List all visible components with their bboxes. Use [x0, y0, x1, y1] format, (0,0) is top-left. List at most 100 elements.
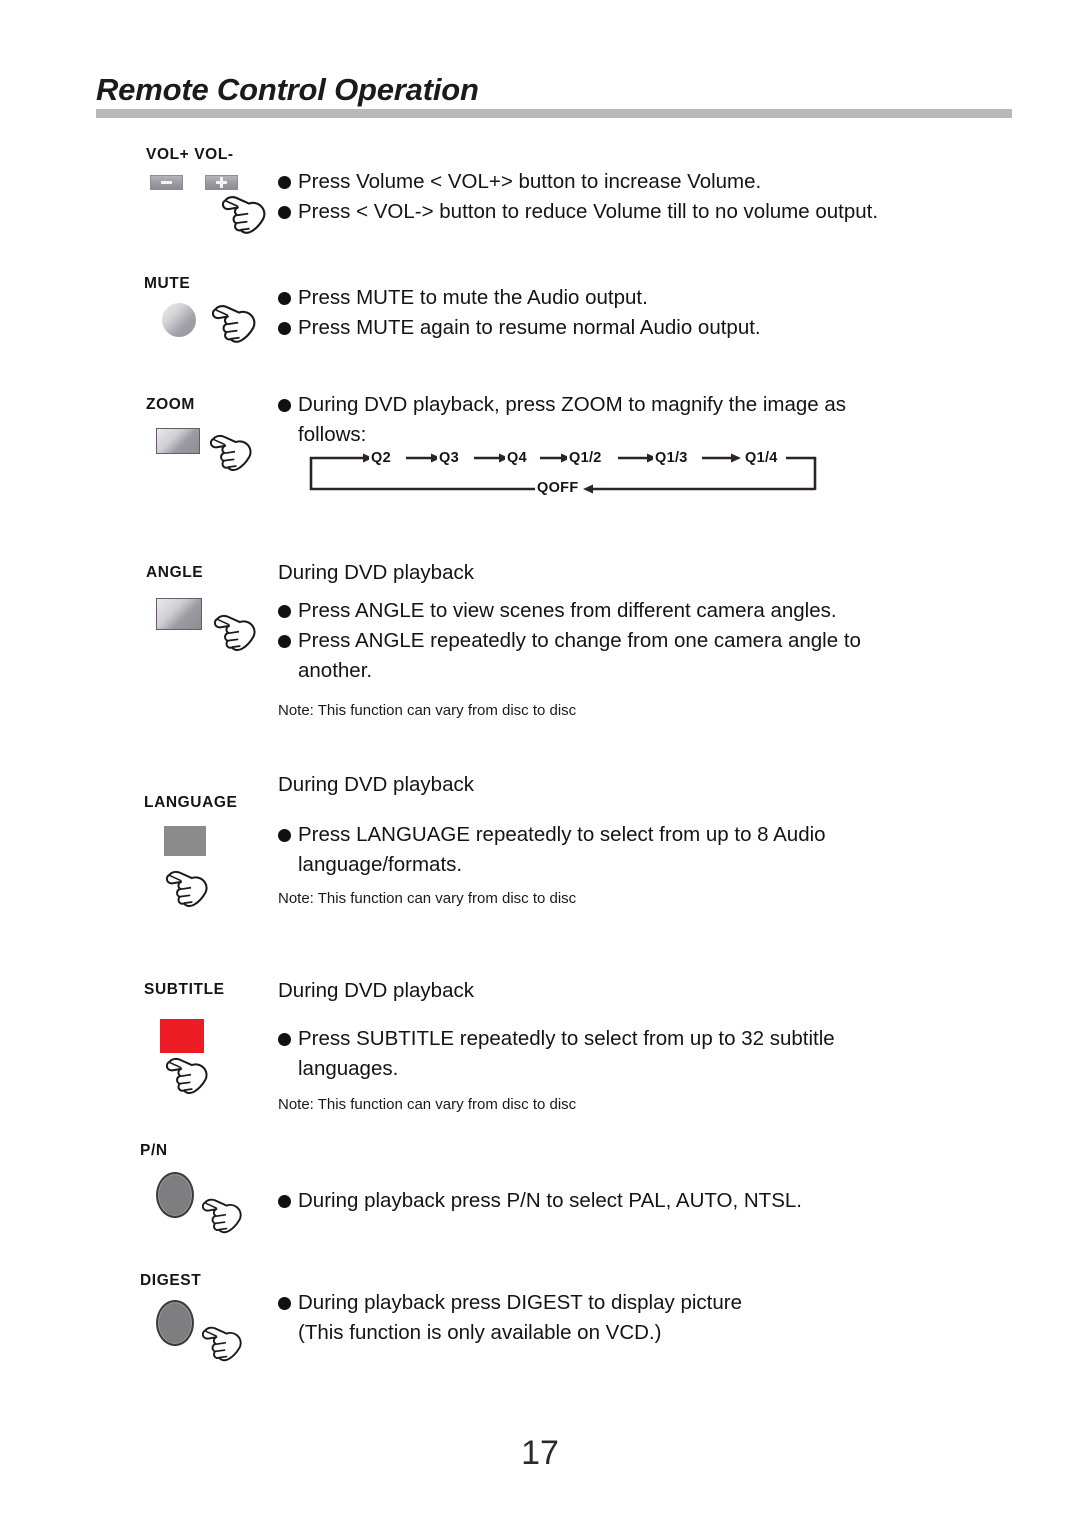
bullet-item: Press < VOL-> button to reduce Volume ti… — [278, 197, 998, 227]
pn-hand-pointer — [202, 1196, 244, 1236]
section-mute-key: MUTE — [144, 275, 258, 345]
language-description: During DVD playback Press LANGUAGE repea… — [278, 770, 1018, 910]
volume-description: Press Volume < VOL+> button to increase … — [278, 167, 998, 227]
bullet-text: Press ANGLE to view scenes from differen… — [298, 599, 837, 622]
bullet-dot-icon — [278, 605, 291, 618]
bullet-text: During playback press DIGEST to display … — [298, 1291, 742, 1314]
pointing-hand-icon — [202, 1326, 242, 1362]
section-zoom-key: ZOOM — [146, 396, 254, 474]
angle-key-label: ANGLE — [146, 564, 204, 581]
minus-icon — [161, 181, 172, 184]
zoom-step-label: Q1/4 — [743, 450, 780, 466]
pointing-hand-icon — [166, 870, 208, 908]
vol-minus-key[interactable] — [150, 175, 183, 190]
pointing-hand-icon — [210, 434, 252, 472]
bullet-dot-icon — [278, 829, 291, 842]
digest-key[interactable] — [156, 1300, 194, 1346]
pointing-hand-icon — [214, 614, 256, 652]
angle-key-group — [156, 598, 258, 654]
bullet-dot-icon — [278, 399, 291, 412]
digest-key-group — [156, 1300, 244, 1364]
plus-icon-vertical — [220, 177, 223, 188]
bullet-dot-icon — [278, 206, 291, 219]
bullet-item: Press MUTE again to resume normal Audio … — [278, 313, 998, 343]
subtitle-note-text: Note: This function can vary from disc t… — [278, 1096, 577, 1113]
angle-note-text: Note: This function can vary from disc t… — [278, 702, 577, 719]
page-title: Remote Control Operation — [96, 72, 479, 107]
subtitle-key-label: SUBTITLE — [144, 981, 225, 998]
bullet-text: Press Volume < VOL+> button to increase … — [298, 170, 762, 193]
zoom-step-label: Q1/2 — [567, 450, 604, 466]
mute-description: Press MUTE to mute the Audio output. Pre… — [278, 283, 998, 343]
bullet-item: Press SUBTITLE repeatedly to select from… — [278, 1024, 1018, 1054]
mute-hand-pointer — [212, 303, 258, 345]
language-key-label: LANGUAGE — [144, 794, 238, 811]
bullet-continuation-text: language/formats. — [298, 853, 463, 876]
pn-key-group — [156, 1172, 244, 1236]
bullet-dot-icon — [278, 1195, 291, 1208]
volume-key-group — [150, 175, 268, 190]
bullet-dot-icon — [278, 176, 291, 189]
pn-key[interactable] — [156, 1172, 194, 1218]
subtitle-description: During DVD playback Press SUBTITLE repea… — [278, 976, 1018, 1116]
pointing-hand-icon — [166, 1057, 208, 1095]
bullet-text: Press MUTE to mute the Audio output. — [298, 286, 648, 309]
bullet-dot-icon — [278, 1297, 291, 1310]
zoom-key-label: ZOOM — [146, 396, 195, 413]
bullet-text: Press ANGLE repeatedly to change from on… — [298, 629, 861, 652]
language-hand-pointer — [166, 868, 238, 910]
digest-key-label: DIGEST — [140, 1272, 202, 1289]
mute-key-label: MUTE — [144, 275, 191, 292]
language-key[interactable] — [164, 826, 238, 856]
pointing-hand-icon — [212, 305, 256, 343]
volume-key-label: VOL+ VOL- — [146, 146, 234, 163]
header-divider — [96, 109, 1012, 118]
pn-key-label: P/N — [140, 1142, 168, 1159]
bullet-item: Press ANGLE repeatedly to change from on… — [278, 626, 1018, 656]
mute-key[interactable] — [162, 303, 196, 337]
bullet-item: Press MUTE to mute the Audio output. — [278, 283, 998, 313]
digest-description: During playback press DIGEST to display … — [278, 1288, 1018, 1348]
mute-key-group — [162, 303, 258, 345]
bullet-item: During playback press P/N to select PAL,… — [278, 1186, 1018, 1216]
language-intro-text: During DVD playback — [278, 773, 474, 796]
section-pn-key: P/N — [140, 1142, 244, 1236]
zoom-step-label: Q3 — [437, 450, 461, 466]
bullet-dot-icon — [278, 322, 291, 335]
bullet-text: Press MUTE again to resume normal Audio … — [298, 316, 761, 339]
section-digest-key: DIGEST — [140, 1272, 244, 1364]
bullet-continuation-text: languages. — [298, 1057, 399, 1080]
bullet-item: Press ANGLE to view scenes from differen… — [278, 596, 1018, 626]
subtitle-intro-text: During DVD playback — [278, 979, 474, 1002]
bullet-text: During DVD playback, press ZOOM to magni… — [298, 393, 847, 416]
vol-plus-key[interactable] — [205, 175, 238, 190]
bullet-item: Press Volume < VOL+> button to increase … — [278, 167, 998, 197]
zoom-hand-pointer — [210, 432, 254, 474]
page-header: Remote Control Operation — [96, 74, 1012, 118]
bullet-text: Press LANGUAGE repeatedly to select from… — [298, 823, 826, 846]
bullet-dot-icon — [278, 635, 291, 648]
pointing-hand-icon — [222, 196, 266, 234]
bullet-item: During playback press DIGEST to display … — [278, 1288, 1018, 1318]
bullet-dot-icon — [278, 292, 291, 305]
manual-page: Remote Control Operation VOL+ VOL- Press… — [0, 0, 1080, 1528]
digest-hand-pointer — [202, 1324, 244, 1364]
bullet-continuation-text: (This function is only available on VCD.… — [298, 1321, 662, 1344]
zoom-step-label-off: QOFF — [535, 480, 581, 496]
section-volume-keys: VOL+ VOL- — [146, 146, 268, 236]
angle-intro-text: During DVD playback — [278, 561, 474, 584]
bullet-text: Press < VOL-> button to reduce Volume ti… — [298, 200, 879, 223]
subtitle-hand-pointer — [166, 1055, 225, 1097]
zoom-description: During DVD playback, press ZOOM to magni… — [278, 390, 1018, 450]
language-note-text: Note: This function can vary from disc t… — [278, 890, 577, 907]
bullet-text: Press SUBTITLE repeatedly to select from… — [298, 1027, 835, 1050]
zoom-key[interactable] — [156, 428, 200, 454]
angle-key[interactable] — [156, 598, 202, 630]
zoom-step-label: Q4 — [505, 450, 529, 466]
bullet-text: During playback press P/N to select PAL,… — [298, 1189, 802, 1212]
section-language-key: LANGUAGE — [144, 794, 238, 910]
angle-hand-pointer — [214, 612, 258, 654]
zoom-step-label: Q1/3 — [653, 450, 690, 466]
subtitle-key[interactable] — [160, 1019, 225, 1053]
volume-hand-pointer — [222, 194, 268, 236]
